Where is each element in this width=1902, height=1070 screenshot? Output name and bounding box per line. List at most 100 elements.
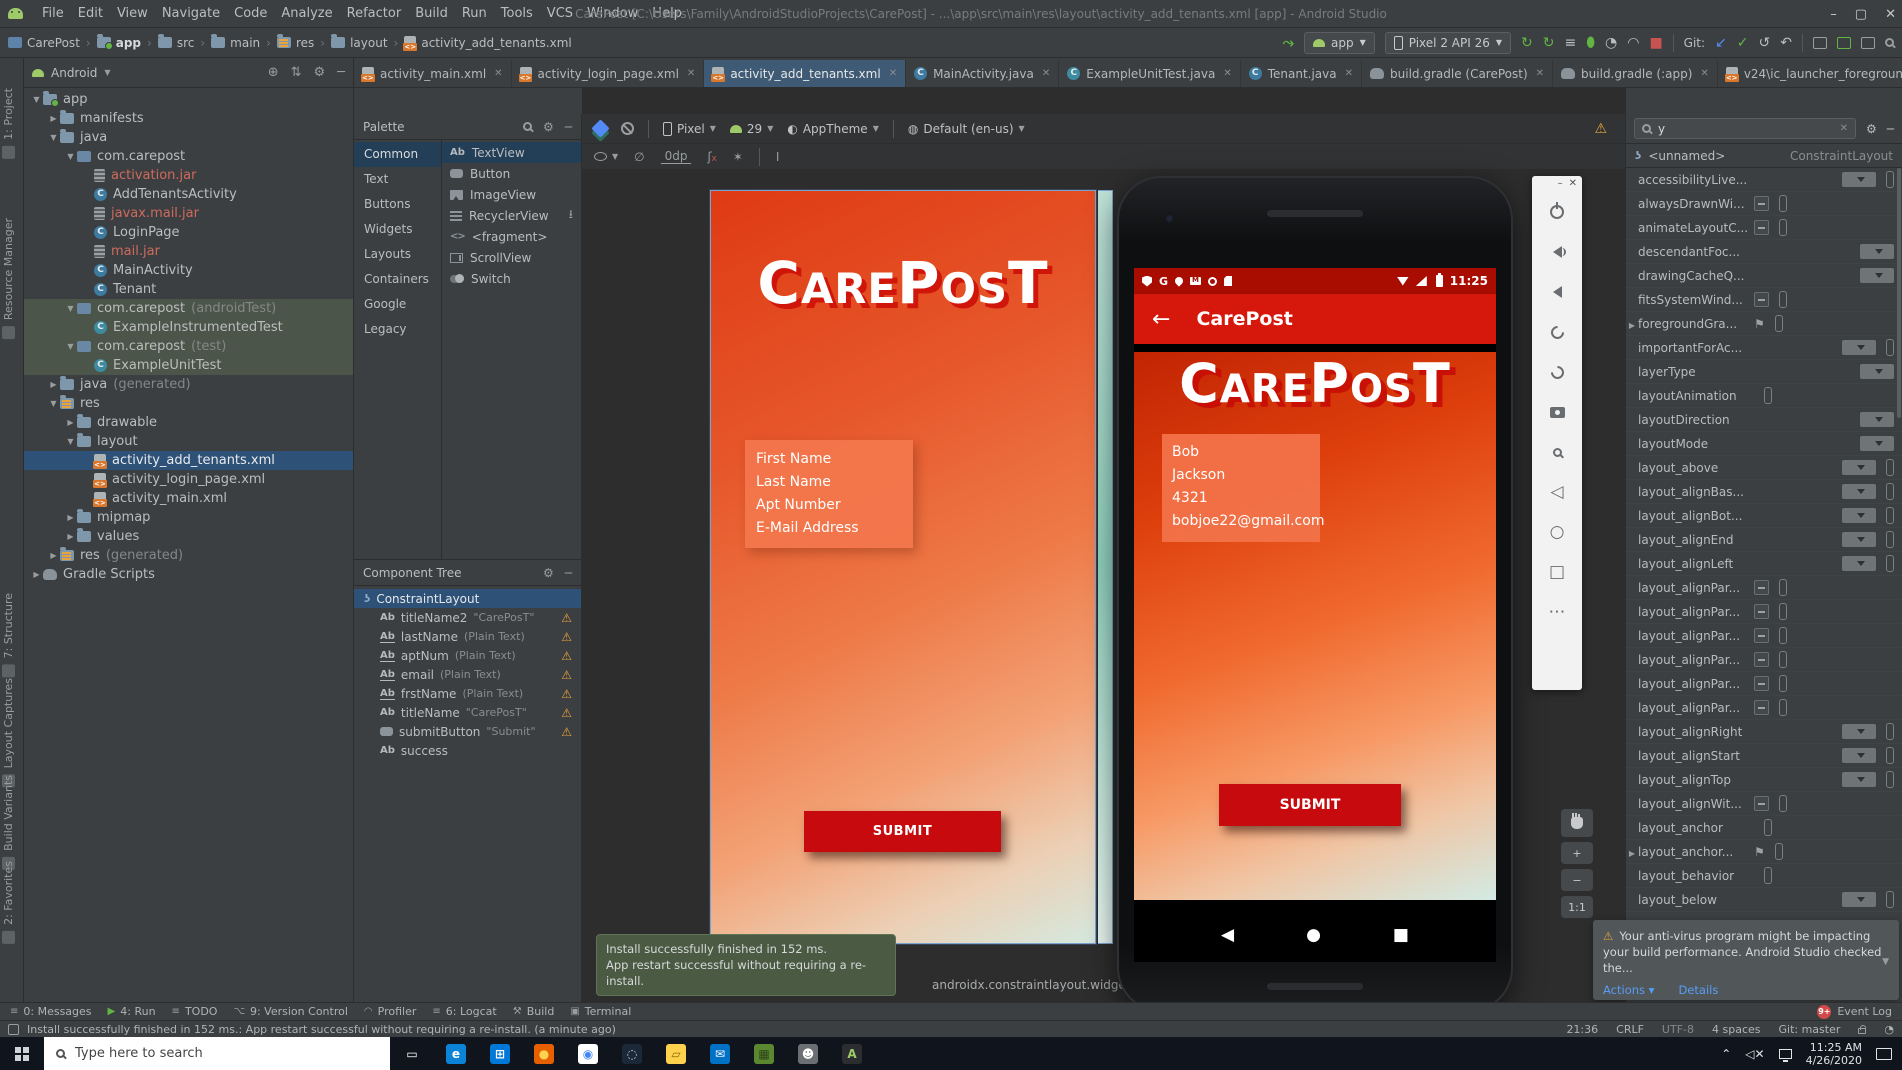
tab-tenant-java[interactable]: C Tenant.java ✕ bbox=[1241, 60, 1363, 87]
pick-resource-control[interactable] bbox=[1764, 387, 1772, 404]
tree-item-javax-mail-jar[interactable]: javax.mail.jar bbox=[24, 204, 353, 223]
component-frstname[interactable]: Ab frstName (Plain Text) ⚠ bbox=[354, 684, 581, 703]
tab-close-icon[interactable]: ✕ bbox=[1223, 68, 1231, 79]
toolwindow-6-logcat[interactable]: ≡ 6: Logcat bbox=[432, 1005, 496, 1018]
locate-file-icon[interactable]: ⊕ bbox=[268, 65, 279, 80]
tray-chevron-icon[interactable]: ⌃ bbox=[1721, 1047, 1731, 1061]
dropdown-control[interactable] bbox=[1842, 172, 1876, 187]
dropdown-control[interactable] bbox=[1842, 484, 1876, 499]
expand-notification-icon[interactable]: ▼ bbox=[1882, 954, 1889, 970]
power-icon[interactable] bbox=[1532, 192, 1582, 232]
toolwindow-terminal[interactable]: ▣ Terminal bbox=[570, 1005, 631, 1018]
tab-build-gradle-carepost-[interactable]: build.gradle (CarePost) ✕ bbox=[1362, 60, 1554, 87]
tree-item-com-carepost[interactable]: ▼ com.carepost (androidTest) bbox=[24, 299, 353, 318]
tab-activity-add-tenants-xml[interactable]: activity_add_tenants.xml✕ bbox=[704, 60, 907, 87]
attribute-row-animatelayoutc-[interactable]: animateLayoutC... bbox=[1626, 216, 1902, 240]
menu-build[interactable]: Build bbox=[408, 6, 455, 21]
tenant-values-panel[interactable]: Bob Jackson 4321 bobjoe22@gmail.com bbox=[1162, 434, 1324, 542]
taskbar-icon-edge[interactable]: e bbox=[434, 1037, 478, 1070]
attribute-row-layout-alignpar-[interactable]: layout_alignPar... bbox=[1626, 600, 1902, 624]
breadcrumb-src[interactable]: src bbox=[157, 34, 194, 50]
avd-manager-icon[interactable] bbox=[1837, 36, 1851, 49]
apply-changes-icon[interactable]: ↻ bbox=[1521, 36, 1533, 50]
attribute-row-layout-below[interactable]: layout_below bbox=[1626, 888, 1902, 912]
tree-item-java[interactable]: ▼ java bbox=[24, 128, 353, 147]
nav-home-icon[interactable]: ● bbox=[1306, 925, 1321, 945]
tree-item-manifests[interactable]: ▶ manifests bbox=[24, 109, 353, 128]
menu-refactor[interactable]: Refactor bbox=[340, 6, 409, 21]
taskbar-icon-chrome[interactable]: ◉ bbox=[566, 1037, 610, 1070]
taskbar-clock[interactable]: 11:25 AM 4/26/2020 bbox=[1806, 1041, 1862, 1067]
palette-search-icon[interactable] bbox=[523, 122, 532, 131]
tree-item-res[interactable]: ▼ res bbox=[24, 394, 353, 413]
toolwindow-4-run[interactable]: ▶ 4: Run bbox=[108, 1005, 156, 1018]
pick-resource-control[interactable] bbox=[1779, 219, 1787, 236]
flag-icon[interactable]: ⚑ bbox=[1754, 317, 1765, 331]
attribute-row-layoutanimation[interactable]: layoutAnimation bbox=[1626, 384, 1902, 408]
attribute-row-accessibilitylive-[interactable]: accessibilityLive... bbox=[1626, 168, 1902, 192]
debug-icon[interactable]: ⬮ bbox=[1586, 36, 1595, 50]
pan-hand-icon[interactable] bbox=[1561, 809, 1593, 837]
pick-resource-control[interactable] bbox=[1779, 579, 1787, 596]
palette-category-legacy[interactable]: Legacy bbox=[354, 317, 441, 342]
attribute-row-foregroundgra-[interactable]: ▶ foregroundGra... ⚑ bbox=[1626, 312, 1902, 336]
pick-resource-control[interactable] bbox=[1764, 819, 1772, 836]
tab-close-icon[interactable]: ✕ bbox=[889, 68, 897, 79]
back-arrow-icon[interactable]: ← bbox=[1152, 307, 1170, 332]
attribute-row-importantforac-[interactable]: importantForAc... bbox=[1626, 336, 1902, 360]
attribute-row-layout-alignstart[interactable]: layout_alignStart bbox=[1626, 744, 1902, 768]
close-button[interactable]: ✕ bbox=[1885, 7, 1896, 22]
pick-resource-control[interactable] bbox=[1886, 723, 1894, 740]
attribute-row-layout-alignbas-[interactable]: layout_alignBas... bbox=[1626, 480, 1902, 504]
dropdown-control[interactable] bbox=[1842, 748, 1876, 763]
tree-item-mail-jar[interactable]: mail.jar bbox=[24, 242, 353, 261]
pick-resource-control[interactable] bbox=[1779, 699, 1787, 716]
coverage-icon[interactable]: ◔ bbox=[1605, 36, 1617, 50]
checkbox-control[interactable] bbox=[1754, 580, 1769, 595]
palette-component--fragment-[interactable]: <> <fragment> bbox=[442, 226, 581, 247]
attribute-row-layoutdirection[interactable]: layoutDirection bbox=[1626, 408, 1902, 432]
tab-close-icon[interactable]: ✕ bbox=[1345, 68, 1353, 79]
pick-resource-control[interactable] bbox=[1779, 195, 1787, 212]
taskbar-icon-people[interactable]: ☻ bbox=[786, 1037, 830, 1070]
overview-icon[interactable]: □ bbox=[1532, 552, 1582, 592]
status-message[interactable]: Install successfully finished in 152 ms.… bbox=[27, 1023, 616, 1036]
nav-back-icon[interactable]: ◀ bbox=[1221, 925, 1234, 945]
palette-component-textview[interactable]: Ab TextView bbox=[442, 142, 581, 163]
indent-setting[interactable]: 4 spaces bbox=[1712, 1023, 1761, 1036]
design-warnings-icon[interactable]: ⚠ bbox=[1594, 121, 1607, 137]
taskbar-icon-store[interactable]: ⊞ bbox=[478, 1037, 522, 1070]
tree-arrow-icon[interactable]: ▼ bbox=[64, 152, 77, 161]
menu-analyze[interactable]: Analyze bbox=[274, 6, 339, 21]
palette-component-recyclerview[interactable]: RecyclerView ⭳ bbox=[442, 205, 581, 226]
tree-arrow-icon[interactable]: ▶ bbox=[64, 513, 77, 522]
rotate-left-icon[interactable] bbox=[1532, 312, 1582, 352]
component-lastname[interactable]: Ab lastName (Plain Text) ⚠ bbox=[354, 627, 581, 646]
make-project-icon[interactable]: ⤳ bbox=[1283, 36, 1294, 50]
component-tree-gear-icon[interactable]: ⚙ bbox=[543, 566, 554, 580]
component-submitbutton[interactable]: submitButton "Submit" ⚠ bbox=[354, 722, 581, 741]
palette-gear-icon[interactable]: ⚙ bbox=[543, 120, 554, 134]
dropdown-control[interactable] bbox=[1842, 508, 1876, 523]
toolwindow-toggle-icon[interactable] bbox=[8, 1023, 19, 1035]
tab-close-icon[interactable]: ✕ bbox=[1536, 68, 1544, 79]
dropdown-control[interactable] bbox=[1860, 436, 1894, 451]
default-margin-field[interactable]: 0dp bbox=[660, 149, 692, 164]
attribute-row-layout-anchor[interactable]: layout_anchor bbox=[1626, 816, 1902, 840]
toolwindow-build[interactable]: ⚒ Build bbox=[513, 1005, 555, 1018]
zoom-icon[interactable] bbox=[1532, 432, 1582, 472]
design-field-labels[interactable]: First Name Last Name Apt Number E-Mail Addr… bbox=[745, 440, 913, 548]
component-success[interactable]: Ab success bbox=[354, 741, 581, 760]
run-config-dropdown[interactable]: app ▼ bbox=[1304, 31, 1375, 54]
collapse-all-icon[interactable]: ⇅ bbox=[291, 65, 302, 80]
git-branch[interactable]: Git: master bbox=[1779, 1023, 1841, 1036]
app-submit-button[interactable]: SUBMIT bbox=[1219, 784, 1401, 826]
clear-constraints-icon[interactable]: ʃx bbox=[707, 150, 716, 164]
pick-resource-control[interactable] bbox=[1764, 867, 1772, 884]
breadcrumb-res[interactable]: res bbox=[276, 34, 314, 50]
emulator-close-button[interactable]: ✕ bbox=[1569, 178, 1577, 192]
tree-item-addtenantsactivity[interactable]: C AddTenantsActivity bbox=[24, 185, 353, 204]
component-aptnum[interactable]: Ab aptNum (Plain Text) ⚠ bbox=[354, 646, 581, 665]
pick-resource-control[interactable] bbox=[1779, 651, 1787, 668]
project-view-selector[interactable]: Android bbox=[51, 66, 97, 80]
